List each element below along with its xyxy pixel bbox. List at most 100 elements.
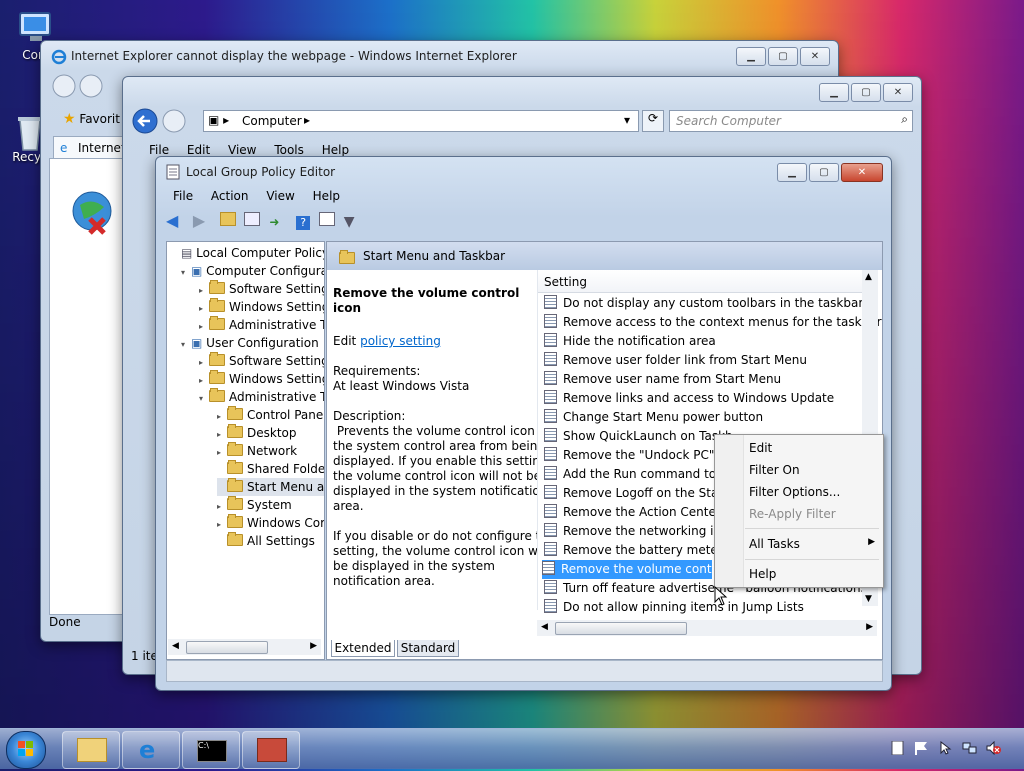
setting-row[interactable]: Remove the networking icon: [544, 522, 735, 541]
menu-file[interactable]: File: [173, 189, 193, 203]
setting-row[interactable]: Do not display any custom toolbars in th…: [544, 294, 863, 313]
scroll-right-icon[interactable]: ▶: [866, 622, 873, 632]
taskbar-ie-button[interactable]: e: [122, 731, 180, 769]
help-icon[interactable]: ?: [296, 216, 311, 230]
favorites-button[interactable]: ★ Favorit: [63, 111, 120, 127]
tree-item[interactable]: Shared Folder: [217, 460, 324, 478]
ie-titlebar[interactable]: Internet Explorer cannot display the web…: [41, 41, 838, 69]
tree-item[interactable]: All Settings: [217, 532, 315, 550]
expander-icon[interactable]: ▾: [181, 336, 191, 354]
tree-item[interactable]: ▸ Software Settings: [199, 352, 324, 370]
expander-icon[interactable]: ▾: [181, 264, 191, 282]
context-filter-on[interactable]: Filter On: [749, 463, 800, 477]
search-input[interactable]: Search Computer ⌕: [669, 110, 913, 132]
up-folder-icon[interactable]: [219, 212, 236, 226]
expander-icon[interactable]: ▾: [199, 390, 209, 408]
gpedit-titlebar[interactable]: Local Group Policy Editor ▁ ▢ ✕: [156, 157, 891, 185]
setting-row[interactable]: Show QuickLaunch on Taskb: [544, 427, 733, 446]
setting-row[interactable]: Remove Logoff on the Start M: [544, 484, 742, 503]
tree-item[interactable]: ▸ Control Panel: [217, 406, 324, 424]
refresh-button[interactable]: ⟳: [642, 110, 664, 132]
setting-row[interactable]: Remove user folder link from Start Menu: [544, 351, 807, 370]
tree-pane[interactable]: ▤ Local Computer Policy ▾ ▣ Computer Confi…: [166, 241, 325, 660]
menu-tools[interactable]: Tools: [274, 143, 304, 157]
volume-muted-icon[interactable]: [986, 740, 1001, 756]
tab-extended[interactable]: Extended: [331, 640, 395, 657]
menu-help[interactable]: Help: [322, 143, 349, 157]
network-icon[interactable]: [962, 741, 977, 755]
tree-item[interactable]: ▸ Windows Setting: [199, 298, 324, 316]
gpedit-window[interactable]: Local Group Policy Editor ▁ ▢ ✕ File Act…: [155, 156, 892, 691]
setting-row[interactable]: Remove links and access to Windows Updat…: [544, 389, 834, 408]
tree-item[interactable]: Start Menu ar: [217, 478, 324, 496]
close-button[interactable]: ✕: [883, 83, 913, 102]
minimize-button[interactable]: ▁: [736, 47, 766, 66]
horizontal-scrollbar[interactable]: ◀ ▶: [537, 620, 877, 636]
menu-edit[interactable]: Edit: [187, 143, 210, 157]
export-list-icon[interactable]: ➜: [269, 215, 287, 233]
scroll-up-icon[interactable]: ▲: [865, 272, 872, 282]
tree-item[interactable]: ▸ System: [217, 496, 292, 514]
tree-item[interactable]: ▸ Windows Setting: [199, 370, 324, 388]
context-help[interactable]: Help: [749, 567, 776, 581]
scroll-down-icon[interactable]: ▼: [865, 594, 872, 604]
back-button[interactable]: [131, 107, 193, 138]
setting-row[interactable]: Do not allow pinning items in Jump Lists: [544, 598, 804, 617]
setting-row[interactable]: Remove the volume control i: [542, 560, 712, 579]
maximize-button[interactable]: ▢: [768, 47, 798, 66]
minimize-button[interactable]: ▁: [819, 83, 849, 102]
tree-item[interactable]: ▸ Windows Cor: [217, 514, 324, 532]
tree-item[interactable]: ▾ Administrative Te: [199, 388, 324, 408]
setting-row[interactable]: Remove access to the context menus for t…: [544, 313, 882, 332]
tree-item[interactable]: ▸ Software Settings: [199, 280, 324, 298]
tree-item[interactable]: ▸ Network: [217, 442, 297, 460]
maximize-button[interactable]: ▢: [851, 83, 881, 102]
tray-document-icon[interactable]: [890, 740, 905, 756]
address-bar[interactable]: ▣ ▸ Computer ▸ ▾: [203, 110, 639, 132]
close-button[interactable]: ✕: [841, 163, 883, 182]
menu-file[interactable]: File: [149, 143, 169, 157]
context-edit[interactable]: Edit: [749, 441, 772, 455]
close-button[interactable]: ✕: [800, 47, 830, 66]
chevron-down-icon[interactable]: ▾: [624, 113, 630, 127]
tree-item[interactable]: ▾ ▣ Computer Configura: [181, 262, 324, 282]
back-arrow-icon[interactable]: ◀: [166, 211, 184, 230]
tray-pointer-icon[interactable]: [938, 740, 953, 755]
menu-view[interactable]: View: [228, 143, 256, 157]
setting-row[interactable]: Hide the notification area: [544, 332, 716, 351]
tree-item[interactable]: ▸ Administrative Te: [199, 316, 324, 334]
taskbar-explorer-button[interactable]: [62, 731, 120, 769]
setting-column-header[interactable]: Setting: [538, 270, 862, 293]
setting-row[interactable]: Change Start Menu power button: [544, 408, 763, 427]
taskbar-cmd-button[interactable]: C:\: [182, 731, 240, 769]
setting-row[interactable]: Remove user name from Start Menu: [544, 370, 781, 389]
context-all-tasks[interactable]: All Tasks: [749, 537, 800, 551]
scroll-left-icon[interactable]: ◀: [541, 622, 548, 632]
tree-item[interactable]: ▾ ▣ User Configuration: [181, 334, 319, 352]
scroll-left-icon[interactable]: ◀: [172, 641, 179, 651]
taskbar-gpedit-button[interactable]: [242, 731, 300, 769]
ie-nav-back-button[interactable]: [51, 73, 111, 102]
tree-horizontal-scrollbar[interactable]: ◀ ▶: [168, 639, 321, 655]
forward-arrow-icon[interactable]: ▶: [193, 211, 211, 230]
tree-item[interactable]: ▸ Desktop: [217, 424, 297, 442]
context-filter-options[interactable]: Filter Options...: [749, 485, 840, 499]
setting-row[interactable]: Remove the "Undock PC" bu: [544, 446, 733, 465]
filter-icon[interactable]: ▼: [344, 214, 362, 232]
action-center-flag-icon[interactable]: [914, 741, 929, 755]
menu-action[interactable]: Action: [211, 189, 249, 203]
tab-standard[interactable]: Standard: [397, 640, 459, 657]
scroll-thumb[interactable]: [555, 622, 687, 635]
menu-view[interactable]: View: [266, 189, 294, 203]
scroll-right-icon[interactable]: ▶: [310, 641, 317, 651]
setting-row[interactable]: Add the Run command to th: [544, 465, 732, 484]
policy-setting-link[interactable]: policy setting: [360, 334, 441, 348]
maximize-button[interactable]: ▢: [809, 163, 839, 182]
scroll-thumb[interactable]: [186, 641, 268, 654]
minimize-button[interactable]: ▁: [777, 163, 807, 182]
setting-row[interactable]: Remove the Action Center ic: [544, 503, 735, 522]
show-hide-tree-icon[interactable]: [244, 212, 261, 226]
properties-icon[interactable]: [318, 212, 335, 226]
tree-item[interactable]: ▤ Local Computer Policy: [171, 244, 324, 262]
search-icon[interactable]: ⌕: [901, 112, 908, 127]
